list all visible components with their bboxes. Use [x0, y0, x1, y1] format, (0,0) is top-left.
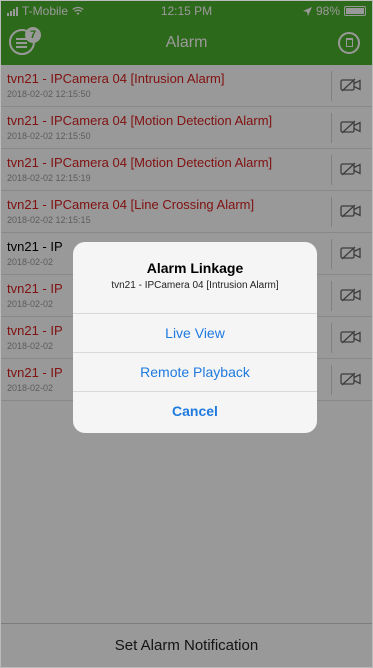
cancel-button[interactable]: Cancel: [73, 392, 317, 431]
live-view-button[interactable]: Live View: [73, 314, 317, 353]
dialog-subtitle: tvn21 - IPCamera 04 [Intrusion Alarm]: [111, 280, 279, 291]
phone-screen: T-Mobile 12:15 PM 98% 7 Alarm tvn21 - IP…: [0, 0, 373, 668]
dialog-title: Alarm Linkage: [146, 260, 244, 276]
alarm-linkage-dialog: Alarm Linkage tvn21 - IPCamera 04 [Intru…: [73, 242, 317, 433]
dialog-header: Alarm Linkage tvn21 - IPCamera 04 [Intru…: [73, 242, 317, 314]
remote-playback-button[interactable]: Remote Playback: [73, 353, 317, 392]
